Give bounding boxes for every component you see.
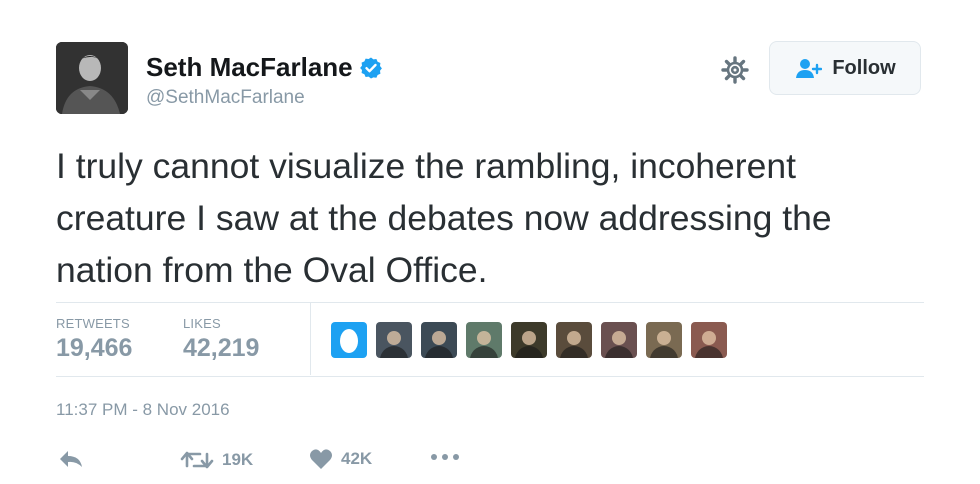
follow-button[interactable]: Follow: [769, 41, 921, 95]
reply-button[interactable]: [58, 448, 84, 470]
more-button[interactable]: [430, 452, 460, 462]
verified-badge-icon: [359, 57, 382, 78]
liker-face-icon: [522, 331, 536, 345]
liker-body-icon: [380, 346, 408, 358]
like-button[interactable]: 42K: [309, 448, 372, 470]
likes-count[interactable]: 42,219: [183, 334, 259, 363]
like-count: 42K: [341, 449, 373, 468]
add-user-icon: [796, 59, 823, 78]
display-name[interactable]: Seth MacFarlane: [146, 52, 383, 83]
user-handle[interactable]: @SethMacFarlane: [146, 87, 305, 109]
tweet-line: I truly cannot visualize the rambling, i…: [56, 146, 796, 186]
retweets-count[interactable]: 19,466: [56, 334, 132, 363]
liker-face-icon: [657, 331, 671, 345]
retweet-button[interactable]: 19K: [180, 448, 253, 472]
more-icon: [431, 454, 459, 460]
liker-avatars: [331, 322, 727, 358]
liker-body-icon: [425, 346, 453, 358]
liker-avatar[interactable]: [376, 322, 412, 358]
liker-avatar[interactable]: [511, 322, 547, 358]
egg-icon: [340, 329, 358, 353]
liker-avatar[interactable]: [421, 322, 457, 358]
likes-label: LIKES: [183, 316, 221, 331]
tweet-line: creature I saw at the debates now addres…: [56, 198, 832, 238]
liker-avatar[interactable]: [466, 322, 502, 358]
tweet-timestamp[interactable]: 11:37 PM - 8 Nov 2016: [56, 400, 230, 420]
retweet-icon: [180, 451, 214, 469]
avatar[interactable]: [56, 42, 128, 114]
liker-face-icon: [477, 331, 491, 345]
liker-avatar[interactable]: [646, 322, 682, 358]
liker-face-icon: [432, 331, 446, 345]
liker-avatar[interactable]: [601, 322, 637, 358]
liker-body-icon: [515, 346, 543, 358]
liker-body-icon: [605, 346, 633, 358]
display-name-text: Seth MacFarlane: [146, 52, 353, 82]
liker-face-icon: [702, 331, 716, 345]
stats-bottom-divider: [56, 376, 924, 377]
liker-avatar[interactable]: [691, 322, 727, 358]
reply-icon: [60, 451, 82, 467]
retweet-count: 19K: [222, 450, 254, 469]
follow-label: Follow: [832, 56, 896, 79]
liker-body-icon: [650, 346, 678, 358]
tweet-text: I truly cannot visualize the rambling, i…: [56, 140, 936, 296]
tweet-line: nation from the Oval Office.: [56, 250, 488, 290]
liker-body-icon: [470, 346, 498, 358]
liker-avatar-egg[interactable]: [331, 322, 367, 358]
liker-face-icon: [387, 331, 401, 345]
stats-vertical-divider: [310, 303, 311, 375]
gear-icon: [721, 56, 749, 84]
liker-body-icon: [560, 346, 588, 358]
heart-icon: [310, 449, 332, 469]
stats-top-divider: [56, 302, 924, 303]
liker-avatar[interactable]: [556, 322, 592, 358]
liker-face-icon: [567, 331, 581, 345]
retweets-label: RETWEETS: [56, 316, 130, 331]
profile-photo-icon: [56, 42, 128, 114]
settings-gear-button[interactable]: [720, 55, 750, 85]
liker-body-icon: [695, 346, 723, 358]
liker-face-icon: [612, 331, 626, 345]
